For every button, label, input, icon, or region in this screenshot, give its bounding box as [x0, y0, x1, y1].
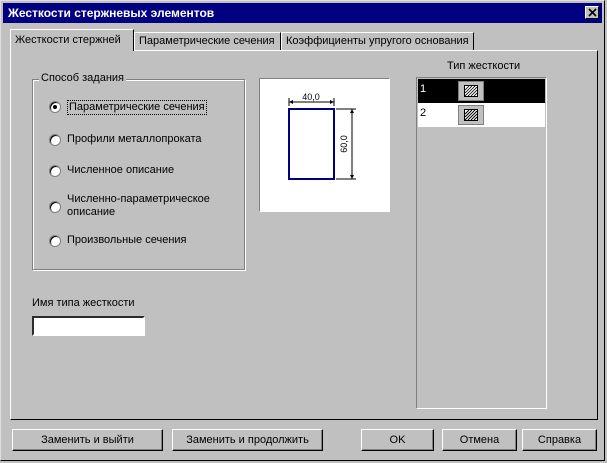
- radio-button[interactable]: [49, 165, 61, 177]
- tab-label: Коэффициенты упругого основания: [286, 35, 469, 47]
- close-icon: [588, 8, 597, 17]
- radio-button[interactable]: [49, 134, 61, 146]
- row-number: 1: [420, 83, 427, 95]
- width-dimension-label: 40,0: [302, 92, 320, 102]
- radio-button[interactable]: [49, 101, 61, 113]
- row-number: 2: [420, 107, 427, 119]
- row-fill: [486, 79, 545, 102]
- radio-button[interactable]: [49, 235, 61, 247]
- ok-button[interactable]: OK: [361, 429, 434, 451]
- tab-elastic-foundation[interactable]: Коэффициенты упругого основания: [281, 32, 474, 50]
- close-button[interactable]: [585, 6, 599, 19]
- hatch-pattern-icon: [458, 81, 484, 101]
- radio-button[interactable]: [49, 201, 61, 213]
- method-groupbox: Способ задания Параметрические сечения П…: [32, 72, 245, 270]
- tab-parametric-sections[interactable]: Параметрические сечения: [134, 32, 281, 50]
- stiffness-list[interactable]: 1 2: [416, 77, 547, 409]
- radio-steel-profiles[interactable]: Профили металлопроката: [49, 133, 202, 146]
- tab-label: Жесткости стержней: [15, 34, 121, 46]
- row-fill: [486, 103, 545, 126]
- radio-numeric[interactable]: Численное описание: [49, 164, 174, 177]
- section-drawing: 40,0 60,0: [288, 92, 356, 180]
- stiffness-name-input[interactable]: [32, 316, 145, 336]
- tab-rod-stiffness[interactable]: Жесткости стержней: [10, 29, 134, 51]
- radio-parametric[interactable]: Параметрические сечения: [49, 100, 207, 115]
- title-bar[interactable]: Жесткости стержневых элементов: [3, 3, 602, 23]
- radio-label: Произвольные сечения: [67, 234, 187, 246]
- list-item[interactable]: 1: [418, 79, 545, 103]
- tab-label: Параметрические сечения: [139, 35, 275, 47]
- list-item[interactable]: 2: [418, 103, 545, 127]
- replace-exit-button[interactable]: Заменить и выйти: [12, 429, 163, 451]
- radio-numeric-parametric[interactable]: Численно-параметрическое описание: [49, 193, 210, 219]
- method-legend: Способ задания: [39, 72, 126, 84]
- height-dimension-label: 60,0: [339, 135, 349, 153]
- radio-label: Численно-параметрическое описание: [67, 193, 210, 219]
- window-title: Жесткости стержневых элементов: [8, 6, 215, 20]
- hatch-pattern-icon: [458, 105, 484, 125]
- radio-label: Параметрические сечения: [67, 100, 207, 115]
- radio-label: Профили металлопроката: [67, 133, 202, 145]
- radio-arbitrary[interactable]: Произвольные сечения: [49, 234, 187, 247]
- radio-label-line1: Численно-параметрическое: [67, 193, 210, 205]
- stiffness-name-label: Имя типа жесткости: [32, 297, 135, 309]
- replace-continue-button[interactable]: Заменить и продолжить: [172, 429, 323, 451]
- section-preview: 40,0 60,0: [259, 78, 390, 212]
- radio-label-line2: описание: [67, 206, 116, 218]
- cancel-button[interactable]: Отмена: [442, 429, 517, 451]
- help-button[interactable]: Справка: [522, 429, 597, 451]
- radio-label: Численное описание: [67, 164, 175, 176]
- stiffness-list-header: Тип жесткости: [447, 60, 521, 72]
- section-rectangle: [288, 108, 335, 180]
